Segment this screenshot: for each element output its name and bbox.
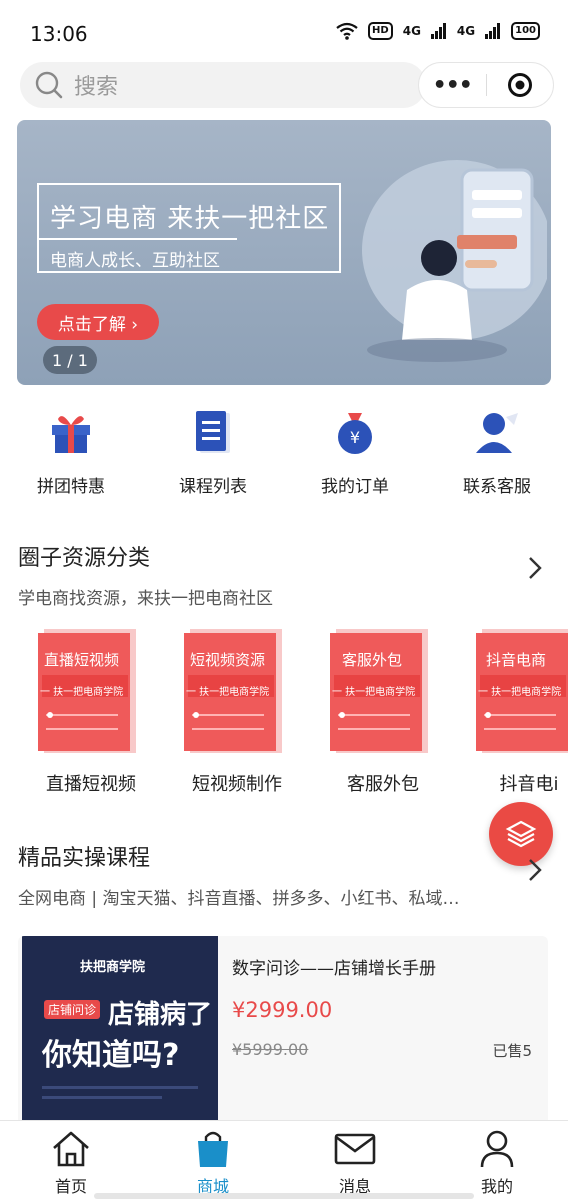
product-original-price: ¥5999.00 bbox=[232, 1040, 309, 1059]
category-label: 直播短视频 bbox=[46, 774, 136, 795]
wifi-icon bbox=[336, 22, 358, 40]
battery-icon: 100 bbox=[511, 22, 540, 40]
quick-item-label: 联系客服 bbox=[463, 477, 531, 497]
quick-item-group-buy[interactable]: 拼团特惠 bbox=[0, 408, 142, 498]
product-thumbnail: 扶把商学院 店铺问诊 店铺病了 你知道吗? bbox=[22, 936, 218, 1126]
svg-text:¥: ¥ bbox=[350, 428, 360, 447]
quick-item-label: 课程列表 bbox=[179, 477, 247, 497]
banner-cta-button[interactable]: 点击了解 › bbox=[37, 304, 159, 340]
section-desc: 学电商找资源，来扶一把电商社区 bbox=[18, 589, 273, 609]
thumb-headline-2: 你知道吗? bbox=[42, 1038, 180, 1073]
quick-item-my-orders[interactable]: ¥ 我的订单 bbox=[284, 408, 426, 498]
tab-messages[interactable]: 消息 bbox=[284, 1121, 426, 1200]
category-card-sub: 一 扶一把电商学院 bbox=[332, 687, 416, 698]
money-bag-icon: ¥ bbox=[331, 408, 379, 456]
search-placeholder: 搜索 bbox=[74, 75, 119, 100]
promo-banner[interactable]: 学习电商 来扶一把社区 电商人成长、互助社区 点击了解 › 1 / 1 bbox=[17, 120, 551, 385]
chevron-right-icon[interactable] bbox=[526, 554, 544, 589]
category-label: 抖音电i bbox=[499, 774, 559, 795]
close-mini-program-button[interactable] bbox=[487, 72, 554, 98]
category-label: 短视频制作 bbox=[192, 774, 282, 795]
bottom-tab-bar: 首页 商城 消息 我的 bbox=[0, 1120, 568, 1200]
shopping-bag-icon bbox=[194, 1129, 232, 1169]
gift-icon bbox=[47, 408, 95, 456]
signal-bars-icon bbox=[430, 23, 446, 39]
category-card-sub: 一 扶一把电商学院 bbox=[478, 687, 562, 698]
tab-label: 我的 bbox=[480, 1177, 513, 1196]
search-icon bbox=[35, 71, 63, 99]
banner-illustration bbox=[362, 160, 547, 362]
quick-item-label: 我的订单 bbox=[321, 477, 389, 497]
product-name: 数字问诊——店铺增长手册 bbox=[232, 959, 436, 979]
tab-home[interactable]: 首页 bbox=[0, 1121, 142, 1200]
search-input[interactable]: 搜索 bbox=[20, 62, 426, 108]
category-card-title: 直播短视频 bbox=[44, 651, 120, 669]
signal-2: 4G bbox=[456, 24, 476, 38]
chevron-right-icon[interactable] bbox=[526, 856, 544, 891]
category-label: 客服外包 bbox=[347, 774, 419, 795]
category-scroll[interactable]: 直播短视频 一 扶一把电商学院 直播短视频 短视频资源 一 扶一把电商学院 短视… bbox=[0, 625, 568, 805]
category-card-sub: 一 扶一把电商学院 bbox=[40, 687, 124, 698]
category-card-sub: 一 扶一把电商学院 bbox=[186, 687, 270, 698]
layers-icon bbox=[505, 820, 537, 848]
product-sold-count: 已售5 bbox=[492, 1042, 532, 1060]
status-bar: 13:06 HD 4G 4G 100 bbox=[0, 0, 568, 64]
category-card-title: 短视频资源 bbox=[190, 651, 266, 669]
quick-item-label: 拼团特惠 bbox=[37, 477, 105, 497]
category-card-title: 抖音电商 bbox=[486, 651, 547, 669]
circle-section-header: 圈子资源分类 学电商找资源，来扶一把电商社区 bbox=[18, 540, 273, 609]
hd-badge: HD bbox=[368, 22, 393, 40]
document-icon bbox=[189, 408, 237, 456]
banner-subtitle: 电商人成长、互助社区 bbox=[50, 251, 220, 271]
section-title: 精品实操课程 bbox=[18, 846, 151, 871]
target-icon bbox=[507, 73, 532, 97]
thumb-tag: 店铺问诊 bbox=[44, 1000, 101, 1019]
banner-pager: 1 / 1 bbox=[43, 346, 97, 374]
banner-title: 学习电商 来扶一把社区 bbox=[50, 204, 330, 234]
tab-label: 首页 bbox=[54, 1177, 87, 1196]
quick-actions: 拼团特惠 课程列表 ¥ 我的订单 联系客服 bbox=[0, 408, 568, 498]
status-icons: HD 4G 4G 100 bbox=[336, 22, 540, 40]
tab-me[interactable]: 我的 bbox=[426, 1121, 568, 1200]
product-price: ¥2999.00 bbox=[232, 998, 333, 1022]
brand-logo: 扶把商学院 bbox=[80, 960, 146, 975]
thumb-decor-line bbox=[42, 1086, 198, 1089]
category-card-title: 客服外包 bbox=[342, 651, 403, 669]
home-indicator bbox=[94, 1193, 474, 1199]
more-button[interactable]: ••• bbox=[419, 73, 486, 98]
signal-1: 4G bbox=[402, 24, 421, 38]
home-icon bbox=[51, 1129, 91, 1169]
section-title: 圈子资源分类 bbox=[18, 546, 151, 571]
thumb-headline-1: 店铺病了 bbox=[108, 1000, 213, 1030]
section-desc: 全网电商 | 淘宝天猫、抖音直播、拼多多、小红书、私域… bbox=[18, 889, 460, 909]
quick-item-course-list[interactable]: 课程列表 bbox=[142, 408, 284, 498]
course-section-header: 精品实操课程 全网电商 | 淘宝天猫、抖音直播、拼多多、小红书、私域… bbox=[18, 840, 460, 909]
quick-item-customer-service[interactable]: 联系客服 bbox=[426, 408, 568, 498]
signal-bars-icon bbox=[485, 23, 501, 39]
thumb-decor-line bbox=[42, 1096, 162, 1099]
user-service-icon bbox=[473, 408, 521, 456]
mini-program-capsule: ••• bbox=[418, 62, 554, 108]
mail-icon bbox=[334, 1129, 376, 1169]
banner-divider bbox=[37, 238, 237, 240]
user-icon bbox=[478, 1129, 516, 1169]
status-time: 13:06 bbox=[30, 22, 88, 46]
product-card[interactable]: 扶把商学院 店铺问诊 店铺病了 你知道吗? 数字问诊——店铺增长手册 ¥2999… bbox=[18, 936, 548, 1126]
tab-mall[interactable]: 商城 bbox=[142, 1121, 284, 1200]
